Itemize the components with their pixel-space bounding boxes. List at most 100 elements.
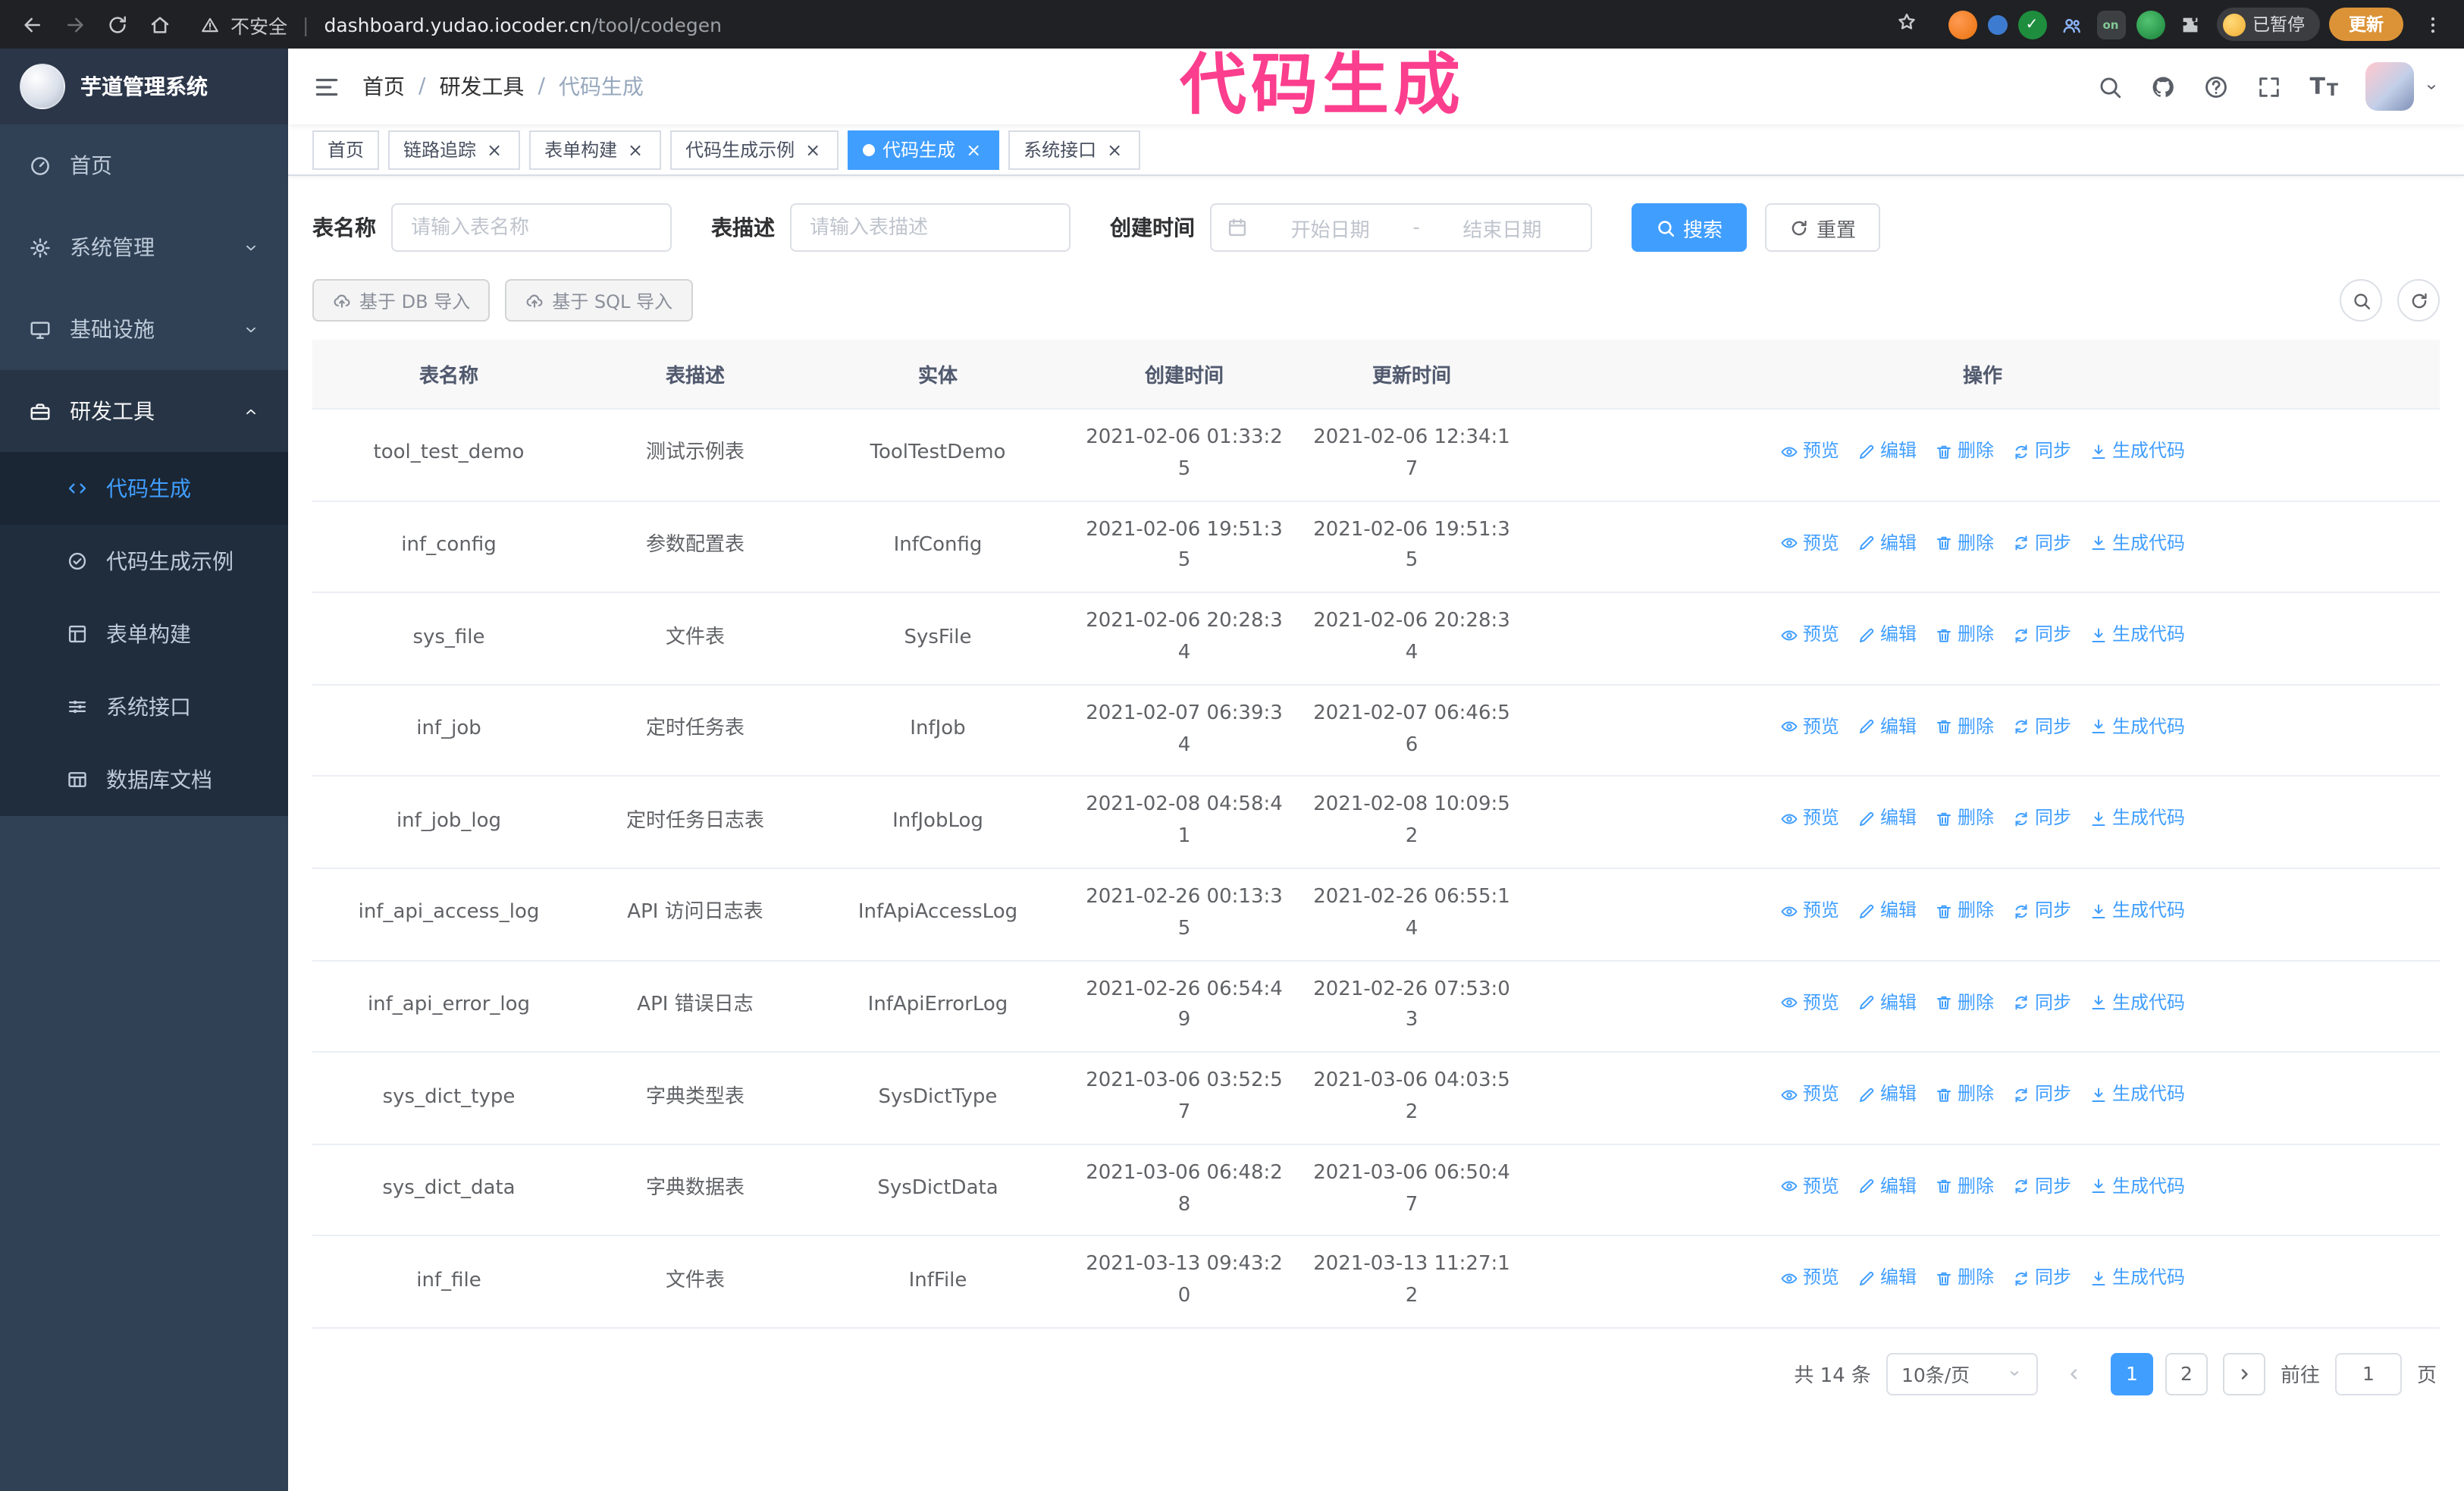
extension-fox-icon[interactable] — [1948, 10, 1977, 39]
browser-home-button[interactable] — [140, 5, 179, 44]
preview-button[interactable]: 预览 — [1780, 621, 1839, 650]
generate-code-button[interactable]: 生成代码 — [2089, 529, 2185, 557]
extension-drop-icon[interactable] — [1987, 14, 2007, 34]
edit-button[interactable]: 编辑 — [1857, 1172, 1917, 1201]
generate-code-button[interactable]: 生成代码 — [2089, 713, 2185, 742]
edit-button[interactable]: 编辑 — [1857, 437, 1917, 466]
delete-button[interactable]: 删除 — [1935, 713, 1994, 742]
edit-button[interactable]: 编辑 — [1857, 896, 1917, 925]
close-tab-icon[interactable]: × — [1104, 139, 1125, 160]
user-menu[interactable] — [2365, 62, 2440, 111]
generate-code-button[interactable]: 生成代码 — [2089, 988, 2185, 1017]
tab[interactable]: 系统接口 × — [1008, 130, 1141, 169]
breadcrumb-item[interactable]: 首页 — [362, 71, 405, 102]
browser-back-button[interactable] — [12, 5, 52, 44]
page-size-select[interactable]: 10条/页 — [1886, 1352, 2038, 1395]
sidebar-item-infrastructure[interactable]: 基础设施 — [0, 288, 288, 370]
sidebar-item-db-doc[interactable]: 数据库文档 — [0, 743, 288, 816]
sync-button[interactable]: 同步 — [2012, 437, 2071, 466]
generate-code-button[interactable]: 生成代码 — [2089, 1172, 2185, 1201]
browser-reload-button[interactable] — [97, 5, 136, 44]
generate-code-button[interactable]: 生成代码 — [2089, 805, 2185, 833]
sidebar-item-system-api[interactable]: 系统接口 — [0, 670, 288, 743]
preview-button[interactable]: 预览 — [1780, 896, 1839, 925]
preview-button[interactable]: 预览 — [1780, 529, 1839, 557]
sidebar-item-dev-tools[interactable]: 研发工具 — [0, 370, 288, 452]
preview-button[interactable]: 预览 — [1780, 437, 1839, 466]
sync-button[interactable]: 同步 — [2012, 621, 2071, 650]
table-desc-input[interactable] — [790, 203, 1071, 252]
page-button-1[interactable]: 1 — [2110, 1352, 2153, 1395]
generate-code-button[interactable]: 生成代码 — [2089, 896, 2185, 925]
next-page-button[interactable] — [2222, 1352, 2265, 1395]
tab[interactable]: 代码生成示例 × — [670, 130, 839, 169]
preview-button[interactable]: 预览 — [1780, 988, 1839, 1017]
sync-button[interactable]: 同步 — [2012, 1081, 2071, 1110]
sidebar-item-codegen[interactable]: 代码生成 — [0, 452, 288, 525]
generate-code-button[interactable]: 生成代码 — [2089, 1081, 2185, 1110]
delete-button[interactable]: 删除 — [1935, 621, 1994, 650]
delete-button[interactable]: 删除 — [1935, 1081, 1994, 1110]
close-tab-icon[interactable]: × — [963, 139, 984, 160]
edit-button[interactable]: 编辑 — [1857, 621, 1917, 650]
sidebar-item-system[interactable]: 系统管理 — [0, 206, 288, 288]
delete-button[interactable]: 删除 — [1935, 988, 1994, 1017]
close-tab-icon[interactable]: × — [484, 139, 505, 160]
preview-button[interactable]: 预览 — [1780, 1172, 1839, 1201]
edit-button[interactable]: 编辑 — [1857, 805, 1917, 833]
import-db-button[interactable]: 基于 DB 导入 — [312, 279, 491, 322]
sidebar-item-codegen-example[interactable]: 代码生成示例 — [0, 525, 288, 598]
extension-people-icon[interactable] — [2057, 10, 2086, 39]
sync-button[interactable]: 同步 — [2012, 713, 2071, 742]
header-search-button[interactable] — [2098, 74, 2124, 99]
preview-button[interactable]: 预览 — [1780, 713, 1839, 742]
sync-button[interactable]: 同步 — [2012, 988, 2071, 1017]
edit-button[interactable]: 编辑 — [1857, 1081, 1917, 1110]
browser-forward-button[interactable] — [55, 5, 94, 44]
sync-button[interactable]: 同步 — [2012, 805, 2071, 833]
delete-button[interactable]: 删除 — [1935, 1264, 1994, 1293]
sidebar-toggle-button[interactable] — [312, 72, 341, 101]
sync-button[interactable]: 同步 — [2012, 529, 2071, 557]
profile-paused-chip[interactable]: 已暂停 — [2216, 8, 2320, 41]
toggle-search-button[interactable] — [2340, 279, 2382, 322]
delete-button[interactable]: 删除 — [1935, 529, 1994, 557]
breadcrumb-item[interactable]: 研发工具 — [439, 71, 524, 102]
chrome-update-button[interactable]: 更新 — [2329, 8, 2403, 41]
generate-code-button[interactable]: 生成代码 — [2089, 437, 2185, 466]
delete-button[interactable]: 删除 — [1935, 896, 1994, 925]
tab[interactable]: 代码生成 × — [848, 130, 1000, 169]
sync-button[interactable]: 同步 — [2012, 1264, 2071, 1293]
tab[interactable]: 链路追踪 × — [388, 130, 521, 169]
help-button[interactable] — [2204, 74, 2230, 99]
delete-button[interactable]: 删除 — [1935, 437, 1994, 466]
prev-page-button[interactable] — [2052, 1352, 2096, 1395]
page-button-2[interactable]: 2 — [2165, 1352, 2208, 1395]
address-bar[interactable]: 不安全 | dashboard.yudao.iocoder.cn/tool/co… — [182, 10, 1936, 39]
edit-button[interactable]: 编辑 — [1857, 988, 1917, 1017]
extension-check-icon[interactable]: ✓ — [2017, 10, 2046, 39]
edit-button[interactable]: 编辑 — [1857, 713, 1917, 742]
preview-button[interactable]: 预览 — [1780, 1264, 1839, 1293]
extension-leaf-icon[interactable] — [2136, 10, 2165, 39]
delete-button[interactable]: 删除 — [1935, 805, 1994, 833]
bookmark-star-button[interactable] — [1895, 11, 1917, 38]
generate-code-button[interactable]: 生成代码 — [2089, 621, 2185, 650]
generate-code-button[interactable]: 生成代码 — [2089, 1264, 2185, 1293]
fullscreen-button[interactable] — [2257, 74, 2283, 99]
goto-page-input[interactable] — [2334, 1352, 2402, 1395]
preview-button[interactable]: 预览 — [1780, 805, 1839, 833]
reset-button[interactable]: 重置 — [1765, 203, 1881, 252]
sync-button[interactable]: 同步 — [2012, 1172, 2071, 1201]
extension-on-icon[interactable]: on — [2096, 10, 2125, 39]
delete-button[interactable]: 删除 — [1935, 1172, 1994, 1201]
table-name-input[interactable] — [391, 203, 672, 252]
sidebar-item-form-builder[interactable]: 表单构建 — [0, 598, 288, 670]
sync-button[interactable]: 同步 — [2012, 896, 2071, 925]
tab[interactable]: 表单构建 × — [529, 130, 662, 169]
close-tab-icon[interactable]: × — [802, 139, 823, 160]
search-button[interactable]: 搜索 — [1632, 203, 1748, 252]
extensions-puzzle-button[interactable] — [2175, 10, 2204, 39]
close-tab-icon[interactable]: × — [625, 139, 646, 160]
app-logo[interactable]: 芋道管理系统 — [0, 49, 288, 124]
